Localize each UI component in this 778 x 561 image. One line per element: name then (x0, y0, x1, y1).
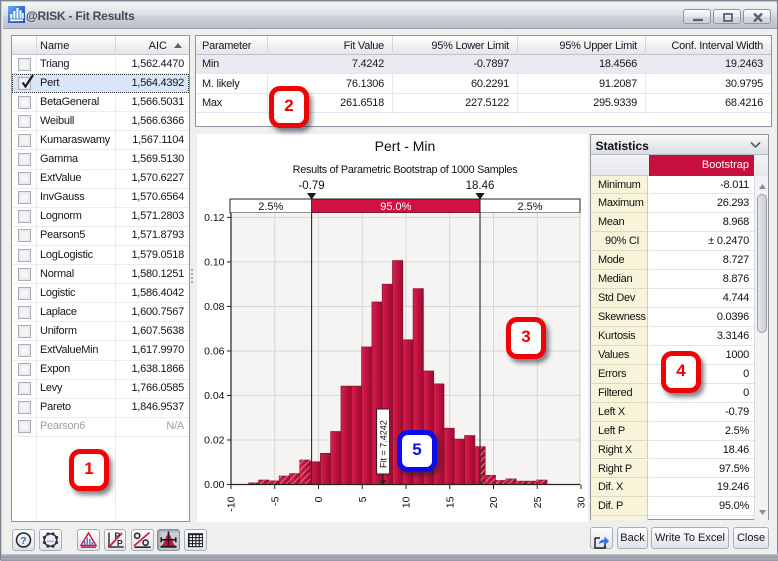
svg-text:-0.79: -0.79 (298, 180, 324, 192)
svg-text:P: P (117, 538, 123, 548)
svg-text:10: 10 (401, 496, 413, 508)
svg-text:5: 5 (357, 496, 369, 502)
svg-text:2.5%: 2.5% (517, 201, 542, 213)
svg-text:-10: -10 (226, 496, 238, 511)
svg-text:?: ? (20, 535, 26, 547)
svg-text:18.46: 18.46 (466, 180, 495, 192)
svg-text:0: 0 (313, 496, 325, 502)
svg-text:Results of Parametric Bootstra: Results of Parametric Bootstrap of 1000 … (293, 164, 519, 176)
svg-text:Pert - Min: Pert - Min (375, 138, 436, 154)
svg-text:0.08: 0.08 (204, 301, 225, 313)
svg-text:0.00: 0.00 (204, 479, 225, 491)
svg-text:25: 25 (532, 496, 544, 508)
svg-text:...: ... (47, 534, 55, 544)
svg-text:95.0%: 95.0% (380, 201, 411, 213)
svg-text:15: 15 (444, 496, 456, 508)
svg-text:0.06: 0.06 (204, 345, 225, 357)
svg-text:2.5%: 2.5% (258, 201, 283, 213)
svg-text:0.10: 0.10 (204, 256, 225, 268)
svg-text:-5: -5 (269, 496, 281, 505)
svg-text:0.04: 0.04 (204, 390, 225, 402)
svg-text:30: 30 (576, 496, 587, 508)
svg-text:20: 20 (488, 496, 500, 508)
svg-text:0.02: 0.02 (204, 434, 225, 446)
svg-text:Fit = 7.4242: Fit = 7.4242 (379, 420, 389, 468)
svg-text:0.12: 0.12 (204, 212, 225, 224)
